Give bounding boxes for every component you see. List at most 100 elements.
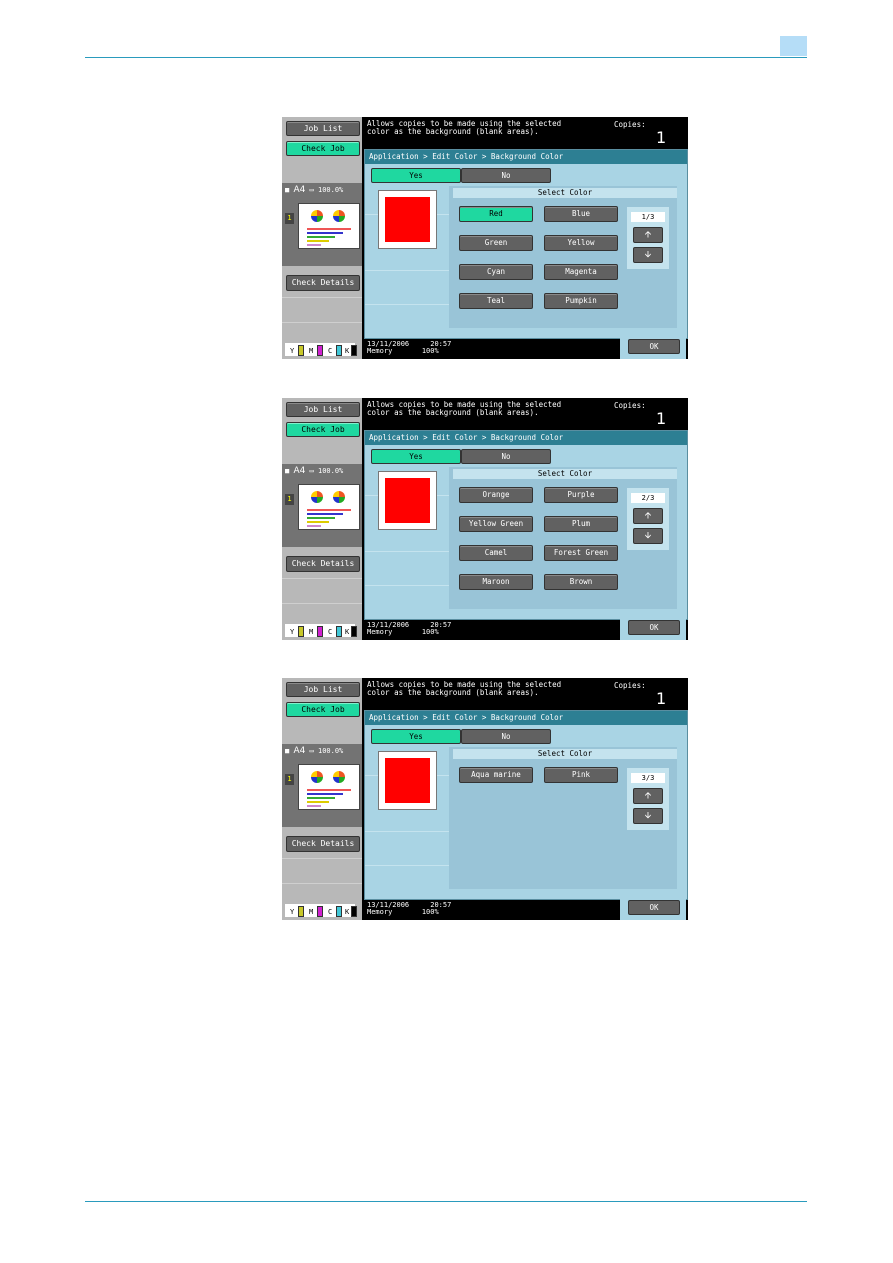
memory-value: 100% (421, 628, 439, 636)
color-option-purple[interactable]: Purple (544, 487, 618, 503)
sidebar: Job List Check Job ■ A4 ▭ 100.0% 1 Check… (282, 398, 362, 640)
toner-label-c: C (328, 347, 333, 355)
no-button[interactable]: No (461, 729, 551, 744)
check-job-button[interactable]: Check Job (286, 422, 360, 437)
copier-screen-1: Job List Check Job ■ A4 ▭ 100.0% 1 Check… (282, 117, 688, 359)
job-list-button[interactable]: Job List (286, 121, 360, 136)
panel-title: Select Color (453, 188, 677, 198)
copies-count: 1 (656, 128, 667, 147)
toner-label-m: M (309, 347, 314, 355)
no-button[interactable]: No (461, 449, 551, 464)
yes-button[interactable]: Yes (371, 168, 461, 183)
text-line (307, 509, 351, 511)
panel-title: Select Color (453, 469, 677, 479)
color-option-red[interactable]: Red (459, 206, 533, 222)
toner-bar-black (351, 906, 357, 917)
check-job-button[interactable]: Check Job (286, 702, 360, 717)
breadcrumb: Application > Edit Color > Background Co… (365, 431, 687, 445)
copies-count: 1 (656, 409, 667, 428)
divider (365, 270, 449, 271)
toner-bar-cyan (336, 906, 342, 917)
ok-button[interactable]: OK (628, 339, 680, 354)
orientation-icon: ▭ (309, 186, 314, 194)
paper-size: A4 (293, 466, 306, 476)
color-option-camel[interactable]: Camel (459, 545, 533, 561)
toner-bar-magenta (317, 345, 323, 356)
orientation-icon: ▭ (309, 467, 314, 475)
page-down-button[interactable]: 🡫 (633, 808, 663, 824)
copies-label: Copies: (614, 681, 646, 690)
color-option-pink[interactable]: Pink (544, 767, 618, 783)
ok-button[interactable]: OK (628, 620, 680, 635)
text-line (307, 521, 329, 523)
text-line (307, 793, 343, 795)
color-option-cyan[interactable]: Cyan (459, 264, 533, 280)
page-up-button[interactable]: 🡩 (633, 227, 663, 243)
color-option-teal[interactable]: Teal (459, 293, 533, 309)
color-option-maroon[interactable]: Maroon (459, 574, 533, 590)
pie-chart-icon (333, 210, 345, 222)
toner-label-m: M (309, 628, 314, 636)
page-up-button[interactable]: 🡩 (633, 788, 663, 804)
select-color-panel: Select Color Red Blue Green Yellow Cyan Magen… (449, 186, 677, 328)
memory-value: 100% (421, 347, 439, 355)
pie-chart-icon (333, 491, 345, 503)
divider (282, 322, 362, 323)
output-preview: ■ A4 ▭ 100.0% 1 (282, 744, 362, 827)
color-option-yellow-green[interactable]: Yellow Green (459, 516, 533, 532)
color-option-yellow[interactable]: Yellow (544, 235, 618, 251)
color-option-pumpkin[interactable]: Pumpkin (544, 293, 618, 309)
sidebar: Job List Check Job ■ A4 ▭ 100.0% 1 Check… (282, 117, 362, 359)
divider (365, 865, 449, 866)
toner-levels: Y M C K (285, 343, 357, 356)
page-down-button[interactable]: 🡫 (633, 528, 663, 544)
check-details-button[interactable]: Check Details (286, 556, 360, 572)
ok-button[interactable]: OK (628, 900, 680, 915)
color-option-brown[interactable]: Brown (544, 574, 618, 590)
copier-screen-2: Job List Check Job ■ A4 ▭ 100.0% 1 Check… (282, 398, 688, 640)
divider (282, 883, 362, 884)
text-line (307, 797, 335, 799)
toner-label-k: K (345, 628, 350, 636)
yes-button[interactable]: Yes (371, 729, 461, 744)
toner-label-k: K (345, 908, 350, 916)
color-option-plum[interactable]: Plum (544, 516, 618, 532)
color-option-green[interactable]: Green (459, 235, 533, 251)
color-option-orange[interactable]: Orange (459, 487, 533, 503)
copier-screen-3: Job List Check Job ■ A4 ▭ 100.0% 1 Check… (282, 678, 688, 920)
ok-area: OK (620, 618, 686, 640)
sidebar: Job List Check Job ■ A4 ▭ 100.0% 1 Check… (282, 678, 362, 920)
page-down-button[interactable]: 🡫 (633, 247, 663, 263)
paper-icon: ■ (285, 747, 290, 755)
color-option-magenta[interactable]: Magenta (544, 264, 618, 280)
yes-button[interactable]: Yes (371, 449, 461, 464)
toner-label-k: K (345, 347, 350, 355)
arrow-down-icon: 🡫 (644, 531, 652, 541)
help-message: Allows copies to be made using the selec… (367, 680, 562, 697)
color-option-blue[interactable]: Blue (544, 206, 618, 222)
copies-label: Copies: (614, 401, 646, 410)
main-panel: Application > Edit Color > Background Co… (364, 430, 688, 620)
no-button[interactable]: No (461, 168, 551, 183)
check-details-button[interactable]: Check Details (286, 836, 360, 852)
zoom-ratio: 100.0% (317, 467, 344, 475)
page-up-button[interactable]: 🡩 (633, 508, 663, 524)
toner-label-c: C (328, 908, 333, 916)
job-list-button[interactable]: Job List (286, 402, 360, 417)
page-indicator: 2/3 (631, 493, 665, 503)
orientation-icon: ▭ (309, 747, 314, 755)
paper-icon: ■ (285, 467, 290, 475)
job-list-button[interactable]: Job List (286, 682, 360, 697)
page-number-badge: 1 (285, 774, 294, 785)
check-job-button[interactable]: Check Job (286, 141, 360, 156)
chapter-tab-marker (780, 36, 807, 56)
color-option-forest-green[interactable]: Forest Green (544, 545, 618, 561)
preview-header: ■ A4 ▭ 100.0% (285, 466, 361, 476)
text-line (307, 517, 335, 519)
pie-chart-icon (311, 210, 323, 222)
color-preview (378, 751, 437, 810)
toner-bar-black (351, 345, 357, 356)
check-details-button[interactable]: Check Details (286, 275, 360, 291)
color-option-aqua-marine[interactable]: Aqua marine (459, 767, 533, 783)
selected-color-swatch (385, 478, 430, 523)
